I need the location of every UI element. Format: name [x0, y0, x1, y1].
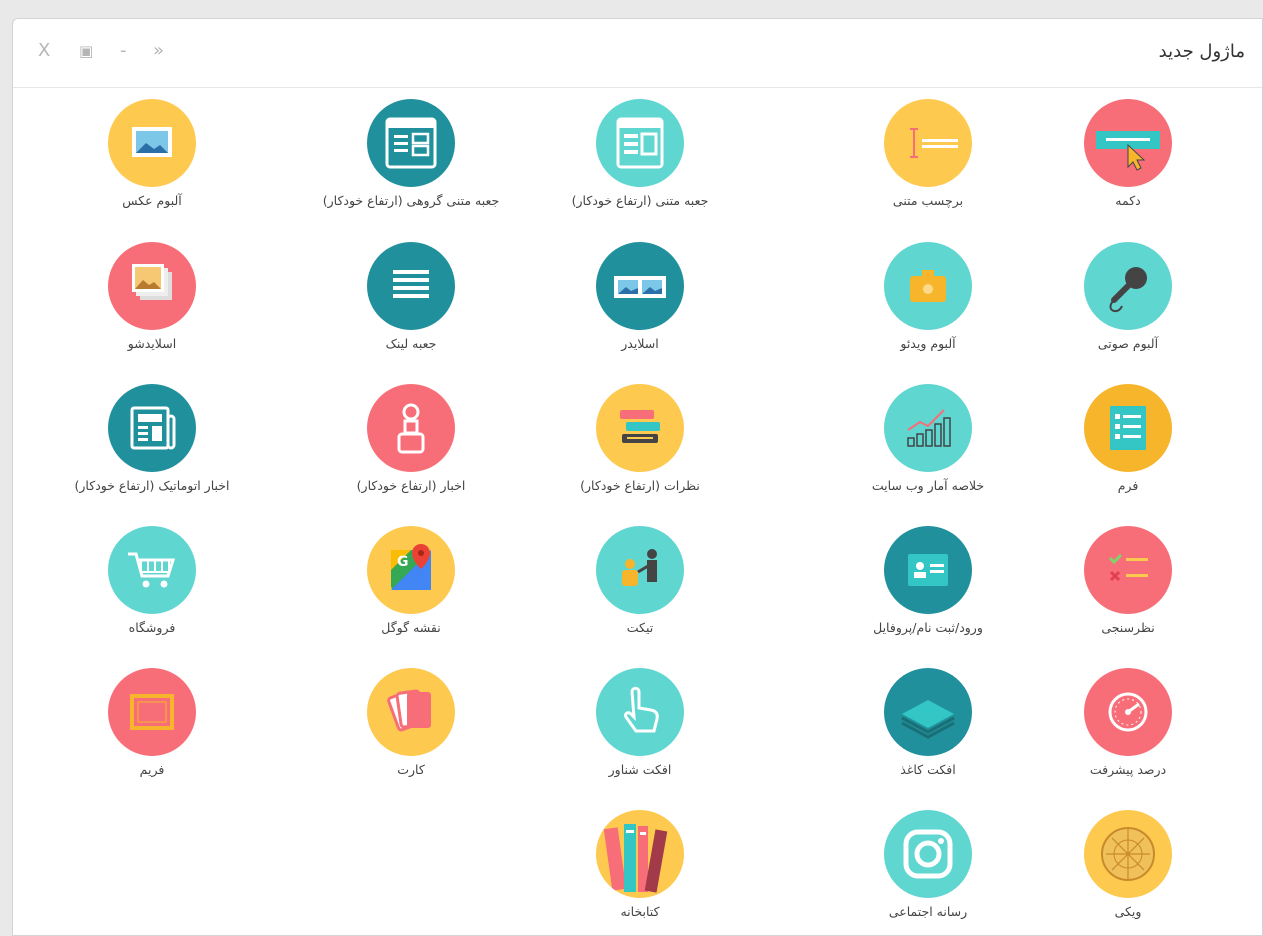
module-label: کتابخانه	[620, 904, 660, 919]
module-label: کارت	[397, 762, 425, 777]
module-label: برچسب متنی	[892, 193, 964, 208]
comments-icon	[596, 384, 684, 472]
module-tile[interactable]: اسلایدر	[520, 230, 760, 370]
module-tile[interactable]: اخبار اتوماتیک (ارتفاع خودکار)	[32, 372, 272, 512]
module-tile[interactable]: آلبوم عکس	[32, 87, 272, 227]
text-box-icon	[596, 99, 684, 187]
module-tile[interactable]: تیکت	[520, 514, 760, 654]
module-label: جعبه لینک	[385, 336, 437, 351]
hand-pointer-icon	[596, 668, 684, 756]
module-tile[interactable]: اسلایدشو	[32, 230, 272, 370]
button-click-icon	[1084, 99, 1172, 187]
module-tile[interactable]: آلبوم ویدئو	[808, 230, 1048, 370]
module-label: جعبه متنی (ارتفاع خودکار)	[571, 193, 709, 208]
module-label: آلبوم عکس	[122, 193, 182, 208]
module-label: تیکت	[626, 620, 654, 635]
module-tile[interactable]: نظرات (ارتفاع خودکار)	[520, 372, 760, 512]
close-icon[interactable]: X	[38, 39, 50, 63]
slideshow-icon	[108, 242, 196, 330]
module-tile[interactable]: افکت شناور	[520, 656, 760, 796]
module-tile[interactable]: فریم	[32, 656, 272, 796]
progress-gauge-icon	[1084, 668, 1172, 756]
form-icon	[1084, 384, 1172, 472]
maximize-icon[interactable]: ▣	[79, 39, 93, 63]
dialog-header: ماژول جدید X ▣ - »	[13, 19, 1262, 88]
slider-icon	[596, 242, 684, 330]
microphone-icon	[1084, 242, 1172, 330]
news-reader-icon	[367, 384, 455, 472]
minimize-icon[interactable]: -	[120, 39, 127, 63]
text-label-icon	[884, 99, 972, 187]
photo-album-icon	[108, 99, 196, 187]
instagram-icon	[884, 810, 972, 898]
module-tile[interactable]: کتابخانه	[520, 798, 760, 935]
module-label: اخبار (ارتفاع خودکار)	[356, 478, 466, 493]
google-maps-icon: G	[367, 526, 455, 614]
video-album-icon	[884, 242, 972, 330]
ticket-support-icon	[596, 526, 684, 614]
module-tile[interactable]: جعبه متنی (ارتفاع خودکار)	[520, 87, 760, 227]
books-icon	[596, 810, 684, 898]
module-label: جعبه متنی گروهی (ارتفاع خودکار)	[322, 193, 500, 208]
module-label: خلاصه آمار وب سایت	[871, 478, 985, 493]
module-grid: دکمه برچسب متنی جعبه متنی (ارتفاع خودکار) ج…	[13, 87, 1262, 935]
module-tile[interactable]: فروشگاه	[32, 514, 272, 654]
module-label: اسلایدر	[621, 336, 659, 351]
cards-icon	[367, 668, 455, 756]
module-label: آلبوم ویدئو	[900, 336, 956, 351]
module-tile[interactable]: افکت کاغذ	[808, 656, 1048, 796]
module-tile[interactable]: خلاصه آمار وب سایت	[808, 372, 1048, 512]
dialog-title: ماژول جدید	[1158, 41, 1245, 62]
stats-chart-icon	[884, 384, 972, 472]
module-label: رسانه اجتماعی	[888, 904, 968, 919]
module-tile[interactable]: کارت	[291, 656, 531, 796]
module-label: فریم	[139, 762, 165, 777]
shopping-cart-icon	[108, 526, 196, 614]
module-label: افکت شناور	[608, 762, 672, 777]
group-text-box-icon	[367, 99, 455, 187]
collapse-icon[interactable]: »	[153, 39, 164, 63]
svg-text:G: G	[397, 554, 409, 570]
poll-icon	[1084, 526, 1172, 614]
wiki-globe-icon	[1084, 810, 1172, 898]
module-tile[interactable]: G نقشه گوگل	[291, 514, 531, 654]
module-label: اسلایدشو	[127, 336, 177, 351]
module-tile[interactable]: برچسب متنی	[808, 87, 1048, 227]
link-list-icon	[367, 242, 455, 330]
profile-card-icon	[884, 526, 972, 614]
module-label: اخبار اتوماتیک (ارتفاع خودکار)	[74, 478, 230, 493]
paper-stack-icon	[884, 668, 972, 756]
new-module-dialog: ماژول جدید X ▣ - » دکمه برچسب متنی جعبه مت…	[12, 18, 1263, 936]
frame-icon	[108, 668, 196, 756]
module-tile[interactable]: جعبه متنی گروهی (ارتفاع خودکار)	[291, 87, 531, 227]
module-tile[interactable]: جعبه لینک	[291, 230, 531, 370]
module-tile[interactable]: ورود/ثبت نام/پروفایل	[808, 514, 1048, 654]
module-label: نظرات (ارتفاع خودکار)	[580, 478, 700, 493]
module-tile[interactable]: رسانه اجتماعی	[808, 798, 1048, 935]
newspaper-icon	[108, 384, 196, 472]
module-label: نقشه گوگل	[381, 620, 441, 635]
module-label: ورود/ثبت نام/پروفایل	[873, 620, 983, 635]
module-label: فروشگاه	[128, 620, 176, 635]
module-label: افکت کاغذ	[900, 762, 956, 777]
module-tile[interactable]: اخبار (ارتفاع خودکار)	[291, 372, 531, 512]
